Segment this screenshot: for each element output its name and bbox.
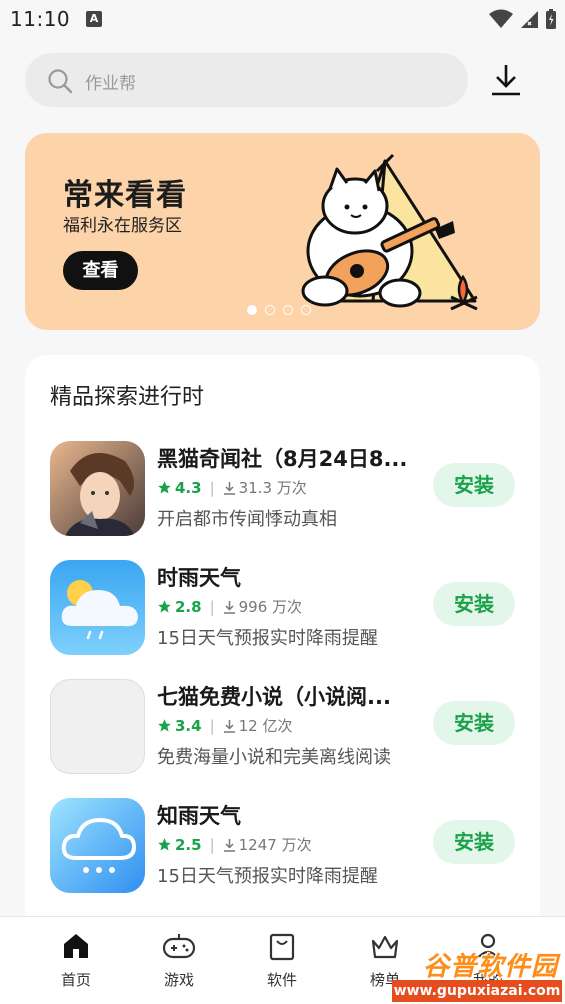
gamepad-icon [162,934,196,959]
placeholder-icon [50,679,145,774]
divider: | [209,478,215,497]
app-name: 七猫免费小说（小说阅... [157,685,391,709]
tab-label: 游戏 [163,971,194,989]
tab-games[interactable]: 游戏 [149,931,209,990]
rain-cloud-icon [50,798,145,893]
pagination-dot [301,305,311,315]
download-count-icon [223,481,235,495]
app-downloads: 31.3 万次 [238,479,307,497]
search-icon [48,69,73,94]
download-count-icon [223,719,235,733]
banner-title: 常来看看 [63,178,187,213]
tab-software[interactable]: 软件 [252,931,312,990]
app-rating: 3.4 [175,716,202,735]
install-button[interactable]: 安装 [433,701,515,745]
character-portrait-icon [50,441,145,536]
home-icon [64,934,88,958]
download-count-icon [223,600,235,614]
app-meta: 2.8 | 996 万次 [157,596,302,617]
download-icon[interactable] [488,62,524,98]
star-icon [158,600,171,613]
signal-icon [521,11,538,28]
star-icon [158,719,171,732]
app-list-item[interactable]: 七猫免费小说（小说阅... 3.4 | 12 亿次 免费海量小说和完美离线阅读 … [25,679,540,775]
star-icon [158,838,171,851]
shopping-bag-icon [269,933,295,961]
section-title: 精品探索进行时 [50,385,205,410]
banner-subtitle: 福利永在服务区 [63,216,182,236]
watermark-url: www.gupuxiazai.com [392,980,562,1002]
battery-icon [546,9,556,29]
search-placeholder: 作业帮 [85,74,136,94]
pagination-dot [265,305,275,315]
divider: | [209,716,215,735]
notification-icon: A [86,11,102,27]
promo-banner[interactable]: 常来看看 福利永在服务区 查看 [25,133,540,330]
app-description: 15日天气预报实时降雨提醒 [157,866,378,887]
star-icon [158,481,171,494]
app-meta: 4.3 | 31.3 万次 [157,477,307,498]
install-button[interactable]: 安装 [433,820,515,864]
weather-sun-cloud-icon [50,560,145,655]
app-downloads: 996 万次 [238,598,303,616]
pagination-dot-active [247,305,257,315]
banner-pagination [247,305,311,315]
tab-label: 软件 [266,971,297,989]
install-button[interactable]: 安装 [433,582,515,626]
tab-label: 首页 [60,971,91,989]
app-rating: 2.8 [175,597,202,616]
search-bar[interactable]: 作业帮 [25,53,468,107]
featured-apps-card: 精品探索进行时 黑猫奇闻社（8月24日8... 4.3 | 31.3 万次 开启… [25,355,540,955]
app-description: 15日天气预报实时降雨提醒 [157,628,378,649]
app-description: 开启都市传闻悸动真相 [157,509,337,530]
site-watermark: 谷普软件园 www.gupuxiazai.com [392,944,562,1002]
app-name: 黑猫奇闻社（8月24日8... [157,447,407,471]
pagination-dot [283,305,293,315]
app-meta: 3.4 | 12 亿次 [157,715,293,736]
download-count-icon [223,838,235,852]
view-button[interactable]: 查看 [63,251,138,290]
status-icons [489,8,557,30]
app-name: 时雨天气 [157,566,241,590]
app-downloads: 12 亿次 [238,717,293,735]
app-rating: 2.5 [175,835,202,854]
app-rating: 4.3 [175,478,202,497]
app-list-item[interactable]: 知雨天气 2.5 | 1247 万次 15日天气预报实时降雨提醒 安装 [25,798,540,894]
app-downloads: 1247 万次 [238,836,312,854]
divider: | [209,835,215,854]
app-meta: 2.5 | 1247 万次 [157,834,312,855]
app-list-item[interactable]: 时雨天气 2.8 | 996 万次 15日天气预报实时降雨提醒 安装 [25,560,540,656]
app-list-item[interactable]: 黑猫奇闻社（8月24日8... 4.3 | 31.3 万次 开启都市传闻悸动真相… [25,441,540,537]
app-name: 知雨天气 [157,804,241,828]
install-button[interactable]: 安装 [433,463,515,507]
wifi-icon [489,9,513,28]
status-bar: 11:10 A [0,0,565,38]
watermark-name: 谷普软件园 [422,952,558,982]
app-description: 免费海量小说和完美离线阅读 [157,747,391,768]
tab-home[interactable]: 首页 [46,931,106,990]
cat-guitar-illustration [301,153,478,311]
divider: | [209,597,215,616]
status-time: 11:10 [10,7,71,31]
